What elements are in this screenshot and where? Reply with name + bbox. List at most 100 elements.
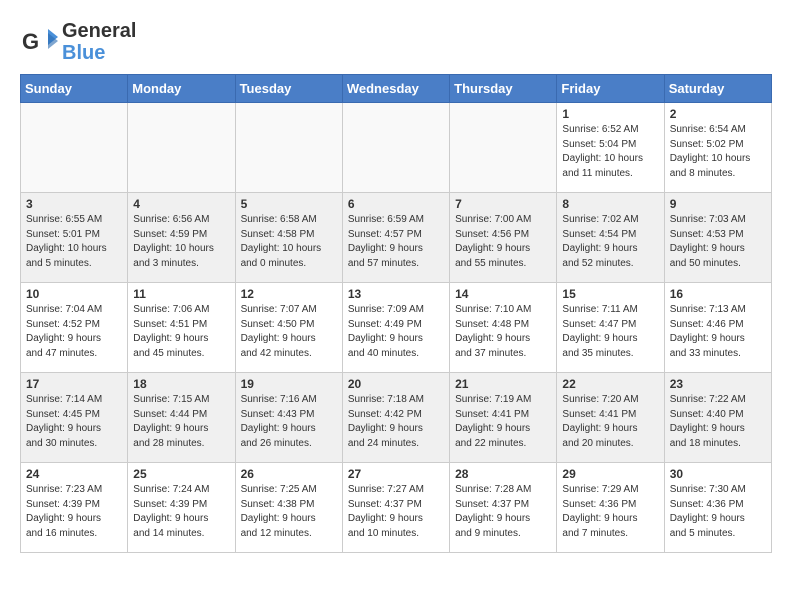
day-number: 19 bbox=[241, 377, 337, 391]
calendar-cell bbox=[342, 103, 449, 193]
weekday-header-row: SundayMondayTuesdayWednesdayThursdayFrid… bbox=[21, 75, 772, 103]
calendar-cell: 27 Sunrise: 7:27 AM Sunset: 4:37 PM Dayli… bbox=[342, 463, 449, 553]
day-number: 7 bbox=[455, 197, 551, 211]
calendar-cell: 2 Sunrise: 6:54 AM Sunset: 5:02 PM Daylig… bbox=[664, 103, 771, 193]
day-info: Sunrise: 7:10 AM Sunset: 4:48 PM Dayligh… bbox=[455, 303, 551, 361]
calendar-cell: 12 Sunrise: 7:07 AM Sunset: 4:50 PM Dayli… bbox=[235, 283, 342, 373]
day-number: 29 bbox=[562, 467, 658, 481]
calendar-cell: 22 Sunrise: 7:20 AM Sunset: 4:41 PM Dayli… bbox=[557, 373, 664, 463]
svg-text:G: G bbox=[22, 29, 39, 54]
day-number: 18 bbox=[133, 377, 229, 391]
day-number: 23 bbox=[670, 377, 766, 391]
day-info: Sunrise: 7:28 AM Sunset: 4:37 PM Dayligh… bbox=[455, 483, 551, 541]
day-info: Sunrise: 6:54 AM Sunset: 5:02 PM Dayligh… bbox=[670, 123, 766, 181]
day-number: 9 bbox=[670, 197, 766, 211]
day-info: Sunrise: 6:58 AM Sunset: 4:58 PM Dayligh… bbox=[241, 213, 337, 271]
day-number: 30 bbox=[670, 467, 766, 481]
day-info: Sunrise: 7:25 AM Sunset: 4:38 PM Dayligh… bbox=[241, 483, 337, 541]
day-info: Sunrise: 7:03 AM Sunset: 4:53 PM Dayligh… bbox=[670, 213, 766, 271]
day-number: 17 bbox=[26, 377, 122, 391]
day-number: 15 bbox=[562, 287, 658, 301]
day-info: Sunrise: 7:27 AM Sunset: 4:37 PM Dayligh… bbox=[348, 483, 444, 541]
calendar-cell: 14 Sunrise: 7:10 AM Sunset: 4:48 PM Dayli… bbox=[450, 283, 557, 373]
calendar-cell bbox=[235, 103, 342, 193]
calendar-week-row: 3 Sunrise: 6:55 AM Sunset: 5:01 PM Daylig… bbox=[21, 193, 772, 283]
day-info: Sunrise: 7:20 AM Sunset: 4:41 PM Dayligh… bbox=[562, 393, 658, 451]
day-number: 3 bbox=[26, 197, 122, 211]
calendar-cell: 15Sunrise: 7:11 AM Sunset: 4:47 PM Dayli… bbox=[557, 283, 664, 373]
calendar-table: SundayMondayTuesdayWednesdayThursdayFrid… bbox=[20, 74, 772, 553]
day-number: 5 bbox=[241, 197, 337, 211]
calendar-cell: 26 Sunrise: 7:25 AM Sunset: 4:38 PM Dayli… bbox=[235, 463, 342, 553]
day-number: 16 bbox=[670, 287, 766, 301]
calendar-cell: 8 Sunrise: 7:02 AM Sunset: 4:54 PM Daylig… bbox=[557, 193, 664, 283]
calendar-cell: 7 Sunrise: 7:00 AM Sunset: 4:56 PM Daylig… bbox=[450, 193, 557, 283]
calendar-cell: 24 Sunrise: 7:23 AM Sunset: 4:39 PM Dayli… bbox=[21, 463, 128, 553]
day-info: Sunrise: 7:30 AM Sunset: 4:36 PM Dayligh… bbox=[670, 483, 766, 541]
day-number: 24 bbox=[26, 467, 122, 481]
day-info: Sunrise: 7:00 AM Sunset: 4:56 PM Dayligh… bbox=[455, 213, 551, 271]
day-number: 10 bbox=[26, 287, 122, 301]
day-number: 13 bbox=[348, 287, 444, 301]
day-info: Sunrise: 7:14 AM Sunset: 4:45 PM Dayligh… bbox=[26, 393, 122, 451]
day-number: 28 bbox=[455, 467, 551, 481]
weekday-header: Tuesday bbox=[235, 75, 342, 103]
calendar-cell: 25 Sunrise: 7:24 AM Sunset: 4:39 PM Dayli… bbox=[128, 463, 235, 553]
calendar-cell: 1Sunrise: 6:52 AM Sunset: 5:04 PM Daylig… bbox=[557, 103, 664, 193]
day-number: 25 bbox=[133, 467, 229, 481]
calendar-cell: 17 Sunrise: 7:14 AM Sunset: 4:45 PM Dayli… bbox=[21, 373, 128, 463]
day-number: 12 bbox=[241, 287, 337, 301]
day-info: Sunrise: 7:24 AM Sunset: 4:39 PM Dayligh… bbox=[133, 483, 229, 541]
calendar-cell: 18 Sunrise: 7:15 AM Sunset: 4:44 PM Dayli… bbox=[128, 373, 235, 463]
calendar-week-row: 1Sunrise: 6:52 AM Sunset: 5:04 PM Daylig… bbox=[21, 103, 772, 193]
day-number: 22 bbox=[562, 377, 658, 391]
day-number: 14 bbox=[455, 287, 551, 301]
day-number: 4 bbox=[133, 197, 229, 211]
calendar-cell: 29 Sunrise: 7:29 AM Sunset: 4:36 PM Dayli… bbox=[557, 463, 664, 553]
day-info: Sunrise: 7:29 AM Sunset: 4:36 PM Dayligh… bbox=[562, 483, 658, 541]
calendar-cell bbox=[128, 103, 235, 193]
day-number: 8 bbox=[562, 197, 658, 211]
weekday-header: Saturday bbox=[664, 75, 771, 103]
day-number: 20 bbox=[348, 377, 444, 391]
weekday-header: Wednesday bbox=[342, 75, 449, 103]
day-info: Sunrise: 7:15 AM Sunset: 4:44 PM Dayligh… bbox=[133, 393, 229, 451]
weekday-header: Thursday bbox=[450, 75, 557, 103]
day-info: Sunrise: 7:09 AM Sunset: 4:49 PM Dayligh… bbox=[348, 303, 444, 361]
weekday-header: Sunday bbox=[21, 75, 128, 103]
day-info: Sunrise: 7:07 AM Sunset: 4:50 PM Dayligh… bbox=[241, 303, 337, 361]
day-info: Sunrise: 7:02 AM Sunset: 4:54 PM Dayligh… bbox=[562, 213, 658, 271]
calendar-cell: 11Sunrise: 7:06 AM Sunset: 4:51 PM Dayli… bbox=[128, 283, 235, 373]
day-number: 27 bbox=[348, 467, 444, 481]
page-header: G General Blue bbox=[20, 20, 772, 64]
day-number: 11 bbox=[133, 287, 229, 301]
day-number: 2 bbox=[670, 107, 766, 121]
day-info: Sunrise: 7:16 AM Sunset: 4:43 PM Dayligh… bbox=[241, 393, 337, 451]
day-info: Sunrise: 7:13 AM Sunset: 4:46 PM Dayligh… bbox=[670, 303, 766, 361]
calendar-cell: 10 Sunrise: 7:04 AM Sunset: 4:52 PM Dayli… bbox=[21, 283, 128, 373]
calendar-cell: 3 Sunrise: 6:55 AM Sunset: 5:01 PM Daylig… bbox=[21, 193, 128, 283]
day-info: Sunrise: 6:59 AM Sunset: 4:57 PM Dayligh… bbox=[348, 213, 444, 271]
calendar-cell: 19 Sunrise: 7:16 AM Sunset: 4:43 PM Dayli… bbox=[235, 373, 342, 463]
calendar-cell: 5 Sunrise: 6:58 AM Sunset: 4:58 PM Daylig… bbox=[235, 193, 342, 283]
day-number: 6 bbox=[348, 197, 444, 211]
calendar-week-row: 10 Sunrise: 7:04 AM Sunset: 4:52 PM Dayli… bbox=[21, 283, 772, 373]
calendar-cell: 23Sunrise: 7:22 AM Sunset: 4:40 PM Dayli… bbox=[664, 373, 771, 463]
logo-line1: General bbox=[62, 20, 136, 42]
calendar-week-row: 17 Sunrise: 7:14 AM Sunset: 4:45 PM Dayli… bbox=[21, 373, 772, 463]
logo-line2: Blue bbox=[62, 42, 136, 64]
day-info: Sunrise: 6:55 AM Sunset: 5:01 PM Dayligh… bbox=[26, 213, 122, 271]
day-info: Sunrise: 7:23 AM Sunset: 4:39 PM Dayligh… bbox=[26, 483, 122, 541]
day-info: Sunrise: 7:04 AM Sunset: 4:52 PM Dayligh… bbox=[26, 303, 122, 361]
calendar-cell: 16 Sunrise: 7:13 AM Sunset: 4:46 PM Dayli… bbox=[664, 283, 771, 373]
calendar-week-row: 24 Sunrise: 7:23 AM Sunset: 4:39 PM Dayli… bbox=[21, 463, 772, 553]
weekday-header: Monday bbox=[128, 75, 235, 103]
day-number: 26 bbox=[241, 467, 337, 481]
calendar-cell: 9 Sunrise: 7:03 AM Sunset: 4:53 PM Daylig… bbox=[664, 193, 771, 283]
calendar-cell: 13 Sunrise: 7:09 AM Sunset: 4:49 PM Dayli… bbox=[342, 283, 449, 373]
day-number: 1 bbox=[562, 107, 658, 121]
calendar-cell: 4Sunrise: 6:56 AM Sunset: 4:59 PM Daylig… bbox=[128, 193, 235, 283]
calendar-cell bbox=[21, 103, 128, 193]
day-info: Sunrise: 7:19 AM Sunset: 4:41 PM Dayligh… bbox=[455, 393, 551, 451]
day-number: 21 bbox=[455, 377, 551, 391]
